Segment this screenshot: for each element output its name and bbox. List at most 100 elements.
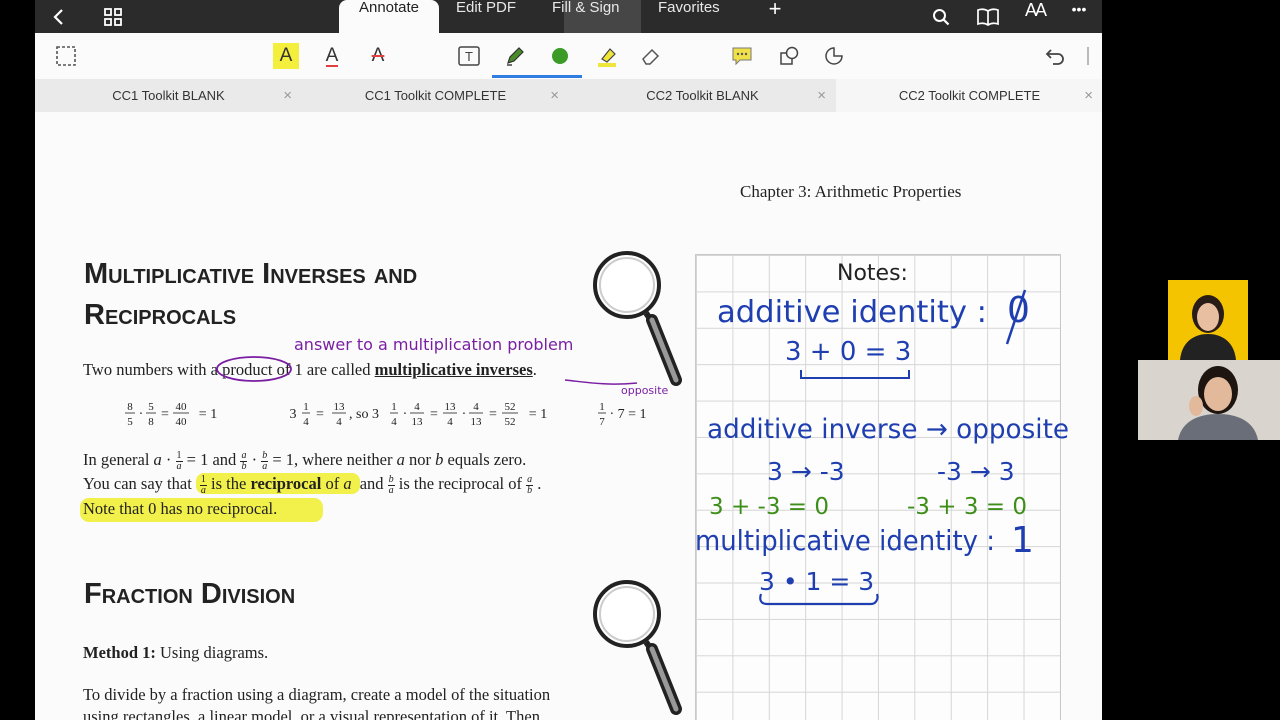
text-size-button[interactable]: AA bbox=[1020, 0, 1050, 33]
grid-view-icon[interactable] bbox=[100, 0, 126, 33]
note-highlighted: Note that 0 has no reciprocal. bbox=[80, 498, 324, 522]
method-line: Method 1: Using diagrams. bbox=[83, 643, 268, 663]
webcam-presenter-1 bbox=[1168, 280, 1248, 360]
highlighted-reciprocal: 1a is the reciprocal of a bbox=[195, 473, 360, 495]
reciprocal-paragraph: You can say that 1a is the reciprocal of… bbox=[83, 473, 542, 496]
handwritten-answer: answer to a multiplication problem bbox=[294, 335, 573, 354]
text-line: using rectangles, a linear model, or a v… bbox=[83, 707, 540, 720]
section-heading-inverses: Multiplicative Inverses and Reciprocals bbox=[84, 254, 417, 336]
svg-text:=: = bbox=[316, 407, 324, 422]
strikethrough-text-tool[interactable]: A bbox=[365, 43, 391, 69]
lasso-select-icon[interactable] bbox=[53, 43, 79, 69]
svg-text:5: 5 bbox=[127, 416, 133, 428]
underline-text-tool[interactable]: A bbox=[319, 43, 345, 69]
add-tab-button[interactable]: + bbox=[763, 0, 787, 33]
svg-text:4: 4 bbox=[447, 416, 453, 428]
bold-term: multiplicative inverses bbox=[374, 360, 533, 379]
tab-fill-sign[interactable]: Fill & Sign bbox=[552, 0, 620, 33]
underline-text-icon: A bbox=[325, 44, 339, 67]
svg-text:·: · bbox=[403, 407, 408, 422]
tab-favorites[interactable]: Favorites bbox=[658, 0, 720, 33]
close-icon[interactable]: × bbox=[1084, 87, 1093, 104]
toolbar-handle[interactable] bbox=[1087, 47, 1089, 65]
svg-text:4: 4 bbox=[336, 416, 342, 428]
tab-annotate[interactable]: Annotate bbox=[339, 0, 439, 33]
lasso-tool[interactable] bbox=[821, 43, 847, 69]
search-icon[interactable] bbox=[929, 0, 953, 33]
undo-icon[interactable] bbox=[1042, 43, 1068, 69]
doc-tab-label: CC2 Toolkit BLANK bbox=[646, 88, 759, 103]
eraser-icon[interactable] bbox=[638, 43, 664, 69]
svg-text:4: 4 bbox=[414, 401, 420, 413]
svg-text:·: · bbox=[139, 407, 144, 422]
back-icon[interactable] bbox=[45, 0, 71, 33]
doc-tab-cc1-complete[interactable]: CC1 Toolkit COMPLETE × bbox=[302, 79, 569, 112]
chapter-header: Chapter 3: Arithmetic Properties bbox=[740, 182, 962, 201]
svg-text:40: 40 bbox=[176, 416, 188, 428]
close-icon[interactable]: × bbox=[550, 87, 559, 104]
tab-favorites-label: Favorites bbox=[658, 0, 720, 16]
pdf-page[interactable]: Chapter 3: Arithmetic Properties Multipl… bbox=[35, 112, 1102, 720]
svg-text:1: 1 bbox=[599, 401, 605, 413]
svg-text:1: 1 bbox=[391, 401, 397, 413]
inverse-example-4: -3 + 3 = 0 bbox=[907, 494, 1027, 520]
svg-text:5: 5 bbox=[148, 401, 154, 413]
highlight-text-tool[interactable]: A bbox=[273, 43, 299, 69]
close-icon[interactable]: × bbox=[283, 87, 292, 104]
doc-tab-label: CC2 Toolkit COMPLETE bbox=[898, 88, 1041, 103]
active-tool-indicator bbox=[492, 75, 582, 78]
notes-title: Notes: bbox=[837, 261, 908, 286]
svg-text:13: 13 bbox=[334, 401, 346, 413]
text-span: and bbox=[212, 450, 237, 469]
divide-paragraph: To divide by a fraction using a diagram,… bbox=[83, 684, 550, 720]
text-span: is the bbox=[211, 474, 247, 493]
more-icon: ••• bbox=[1071, 0, 1087, 17]
doc-tab-cc2-complete[interactable]: CC2 Toolkit COMPLETE × bbox=[836, 79, 1102, 112]
pen-color-swatch[interactable] bbox=[547, 43, 573, 69]
tab-edit-pdf-label: Edit PDF bbox=[456, 0, 517, 16]
person-avatar bbox=[1180, 295, 1236, 360]
add-icon: + bbox=[768, 0, 782, 21]
doc-tab-label: CC1 Toolkit BLANK bbox=[112, 88, 225, 103]
additive-inverse-label: additive inverse → opposite bbox=[707, 414, 1069, 445]
svg-text:4: 4 bbox=[473, 401, 479, 413]
tab-annotate-label: Annotate bbox=[358, 0, 420, 16]
pen-tool[interactable] bbox=[502, 43, 528, 69]
one-value: 1 bbox=[1011, 520, 1034, 561]
comment-tool[interactable] bbox=[729, 43, 755, 69]
svg-text:52: 52 bbox=[505, 416, 516, 428]
close-icon[interactable]: × bbox=[817, 87, 826, 104]
tab-fill-sign-label: Fill & Sign bbox=[552, 0, 620, 16]
text-span: Two numbers with a bbox=[83, 360, 218, 379]
svg-text:1: 1 bbox=[303, 401, 309, 413]
text-span: nor bbox=[409, 450, 431, 469]
product-word: product bbox=[216, 356, 292, 382]
person-avatar bbox=[1138, 360, 1280, 440]
text-size-icon: AA bbox=[1024, 0, 1047, 20]
text-span: , where neither bbox=[294, 450, 393, 469]
svg-text:= 1: = 1 bbox=[199, 407, 217, 422]
svg-text:=: = bbox=[161, 407, 169, 422]
highlighter-tool[interactable] bbox=[594, 43, 620, 69]
textbox-tool[interactable]: T bbox=[456, 43, 482, 69]
shapes-tool[interactable] bbox=[776, 43, 802, 69]
book-icon[interactable] bbox=[975, 0, 1001, 33]
svg-text:13: 13 bbox=[445, 401, 457, 413]
strikethrough-text-icon: A bbox=[371, 45, 385, 66]
annotation-toolbar: A A A T bbox=[35, 33, 1102, 79]
bold-term: Method 1: bbox=[83, 643, 156, 662]
svg-text:, so 3: , so 3 bbox=[349, 407, 379, 422]
additive-identity-label: additive identity : bbox=[717, 295, 987, 330]
textbox-icon-glyph: T bbox=[465, 49, 473, 64]
svg-text:13: 13 bbox=[412, 416, 424, 428]
tab-edit-pdf[interactable]: Edit PDF bbox=[456, 0, 516, 33]
additive-identity-example: 3 + 0 = 3 bbox=[785, 337, 911, 367]
doc-tab-cc2-blank[interactable]: CC2 Toolkit BLANK × bbox=[569, 79, 836, 112]
svg-text:13: 13 bbox=[471, 416, 483, 428]
general-paragraph: In general a · 1a = 1 and ab · ba = 1, w… bbox=[83, 449, 527, 472]
text-span: equals zero. bbox=[447, 450, 527, 469]
section-heading-fraction-division: Fraction Division bbox=[84, 578, 296, 610]
doc-tab-cc1-blank[interactable]: CC1 Toolkit BLANK × bbox=[35, 79, 302, 112]
more-button[interactable]: ••• bbox=[1067, 0, 1091, 33]
svg-text:4: 4 bbox=[303, 416, 309, 428]
